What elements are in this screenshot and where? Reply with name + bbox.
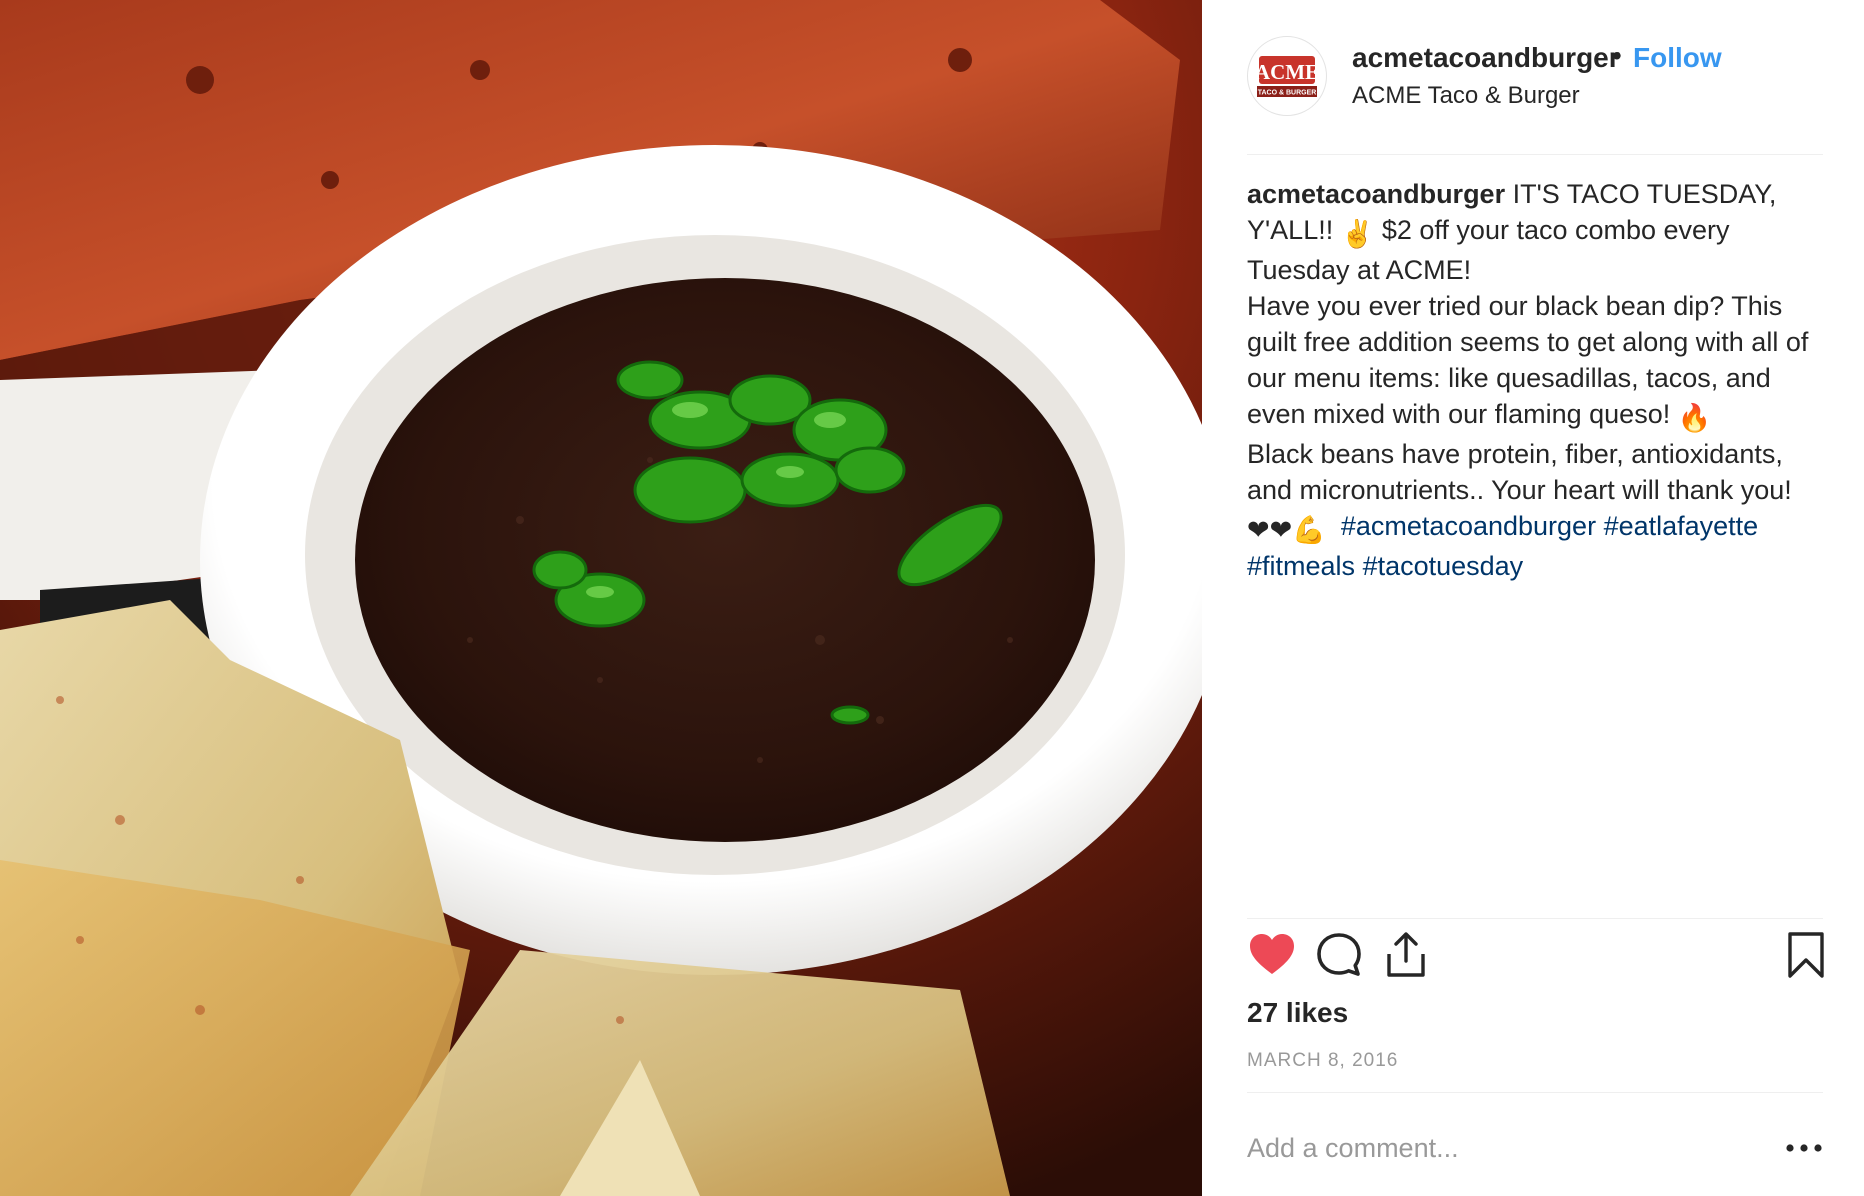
like-button[interactable]	[1247, 930, 1297, 980]
follow-button[interactable]: Follow	[1633, 42, 1722, 74]
comment-divider	[1247, 1092, 1823, 1093]
hashtag-link[interactable]: #fitmeals	[1247, 551, 1355, 581]
caption-username[interactable]: acmetacoandburger	[1247, 179, 1505, 209]
bookmark-icon	[1788, 932, 1824, 978]
post-photo[interactable]	[0, 0, 1202, 1196]
share-button[interactable]	[1381, 930, 1431, 980]
likes-count[interactable]: 27 likes	[1247, 997, 1348, 1029]
instagram-post: ACME TACO & BURGER acmetacoandburger • F…	[0, 0, 1864, 1196]
more-options-button[interactable]	[1782, 1130, 1826, 1166]
svg-text:TACO & BURGER: TACO & BURGER	[1258, 90, 1317, 97]
save-button[interactable]	[1781, 930, 1831, 980]
hashtag-link[interactable]: #tacotuesday	[1363, 551, 1524, 581]
hearts-muscle-emoji-icon: ❤❤💪	[1247, 515, 1326, 545]
separator-dot: •	[1612, 40, 1622, 71]
caption-text-3: Black beans have protein, fiber, antioxi…	[1247, 439, 1792, 505]
heart-filled-icon	[1250, 934, 1294, 974]
caption-text-2: Have you ever tried our black bean dip? …	[1247, 291, 1809, 429]
hashtag-link[interactable]: #eatlafayette	[1604, 511, 1759, 541]
comment-button[interactable]	[1314, 930, 1364, 980]
post-actions	[1247, 930, 1827, 986]
post-caption: acmetacoandburger IT'S TACO TUESDAY, Y'A…	[1247, 176, 1827, 584]
header-divider	[1247, 154, 1823, 155]
caption-paragraph-1: acmetacoandburger IT'S TACO TUESDAY, Y'A…	[1247, 176, 1827, 288]
avatar[interactable]: ACME TACO & BURGER	[1247, 36, 1327, 116]
svg-text:ACME: ACME	[1255, 60, 1319, 84]
comment-input[interactable]	[1247, 1128, 1747, 1168]
post-side-panel: ACME TACO & BURGER acmetacoandburger • F…	[1202, 0, 1864, 1196]
black-bean-dip-photo	[0, 0, 1202, 1196]
hashtag-link[interactable]: #acmetacoandburger	[1341, 511, 1596, 541]
header-username[interactable]: acmetacoandburger	[1352, 42, 1620, 74]
acme-logo-icon: ACME TACO & BURGER	[1249, 38, 1325, 114]
post-header: ACME TACO & BURGER acmetacoandburger • F…	[1247, 30, 1827, 150]
share-upload-icon	[1387, 932, 1425, 977]
peace-emoji-icon: ✌️	[1340, 219, 1375, 249]
actions-divider	[1247, 918, 1823, 919]
comment-bubble-icon	[1317, 933, 1361, 976]
more-options-icon	[1786, 1144, 1822, 1152]
location-link[interactable]: ACME Taco & Burger	[1352, 82, 1580, 110]
fire-emoji-icon: 🔥	[1677, 403, 1712, 433]
caption-paragraph-2: Have you ever tried our black bean dip? …	[1247, 288, 1827, 436]
caption-paragraph-3: Black beans have protein, fiber, antioxi…	[1247, 436, 1827, 584]
post-date[interactable]: MARCH 8, 2016	[1247, 1050, 1398, 1072]
